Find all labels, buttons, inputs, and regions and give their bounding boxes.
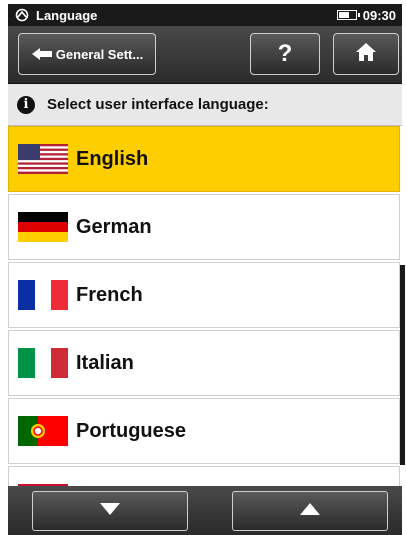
help-button-label: ? <box>277 40 293 67</box>
de-flag-icon <box>18 212 68 242</box>
arrow-left-icon <box>31 47 53 61</box>
status-title: Language <box>36 7 98 23</box>
fr-flag-icon <box>18 280 68 310</box>
language-item-french[interactable]: French <box>8 262 400 328</box>
language-item-english[interactable]: English <box>8 126 400 192</box>
arrow-down-icon <box>99 502 121 521</box>
back-button[interactable]: General Sett... <box>18 33 156 75</box>
info-bar: i Select user interface language: <box>8 84 402 126</box>
bottom-bar <box>8 486 402 535</box>
back-button-label: General Sett... <box>55 46 144 62</box>
language-list[interactable]: English German French Italian Portuguese <box>8 126 402 486</box>
home-button[interactable] <box>333 33 399 75</box>
info-text: Select user interface language: <box>47 96 269 113</box>
language-item-portuguese[interactable]: Portuguese <box>8 398 400 464</box>
language-label: Italian <box>76 351 134 374</box>
arrow-up-icon <box>299 502 321 521</box>
device-screen: Language 09:30 General Sett... ? i Selec… <box>0 0 406 535</box>
status-bar: Language 09:30 <box>8 4 402 26</box>
language-label: Portuguese <box>76 419 187 442</box>
pt-flag-icon <box>18 416 68 446</box>
it-flag-icon <box>18 348 68 378</box>
home-icon <box>355 42 377 67</box>
scroll-up-button[interactable] <box>232 491 388 531</box>
us-flag-icon <box>18 144 68 174</box>
help-button[interactable]: ? <box>250 33 320 75</box>
language-label: German <box>76 215 152 238</box>
list-scrollbar[interactable] <box>400 265 405 465</box>
language-label: English <box>76 147 149 170</box>
scroll-down-button[interactable] <box>32 491 188 531</box>
language-item-next[interactable] <box>8 466 400 486</box>
language-item-german[interactable]: German <box>8 194 400 260</box>
info-icon: i <box>17 95 35 114</box>
app-logo-icon <box>14 8 30 22</box>
status-time: 09:30 <box>362 7 396 23</box>
language-item-italian[interactable]: Italian <box>8 330 400 396</box>
language-label: French <box>76 283 143 306</box>
battery-icon <box>336 10 360 20</box>
toolbar: General Sett... ? <box>8 26 402 84</box>
